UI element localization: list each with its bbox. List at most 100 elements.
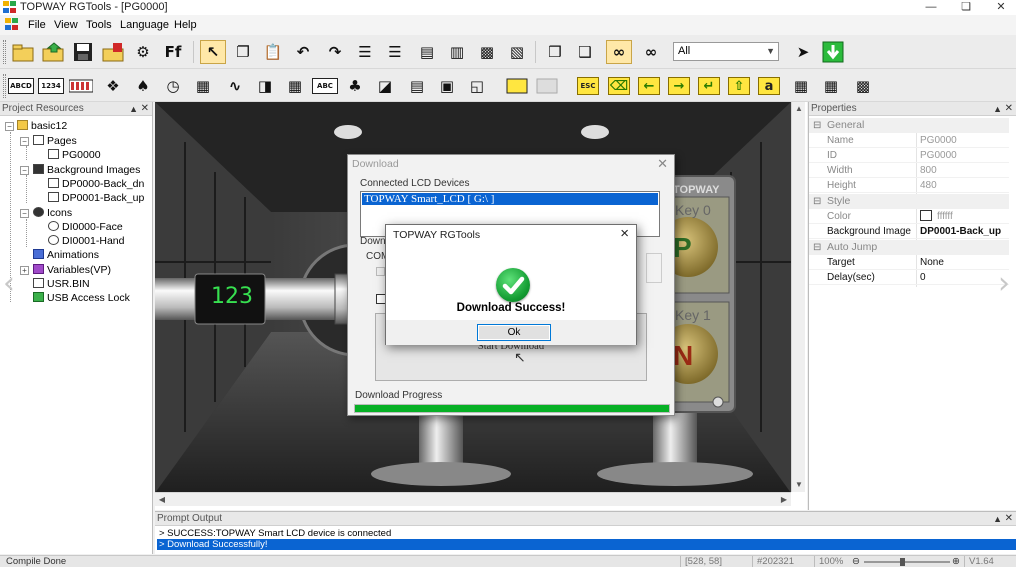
toolbar-grip[interactable]: [3, 40, 6, 64]
disabled-touch-icon[interactable]: [534, 74, 560, 98]
string-widget-icon[interactable]: ABC: [312, 78, 338, 94]
open-project-icon[interactable]: [40, 40, 66, 64]
app-menu-icon[interactable]: [5, 18, 19, 31]
time-widget-icon[interactable]: ▣: [434, 74, 460, 98]
collapse-icon[interactable]: ⊟: [813, 118, 821, 133]
tree-expander[interactable]: +: [20, 266, 29, 275]
slider-widget-icon[interactable]: ▦: [190, 74, 216, 98]
select-pointer-icon[interactable]: ↖: [200, 40, 226, 64]
close-icon[interactable]: ×: [620, 225, 629, 242]
tree-item-usb-lock[interactable]: USB Access Lock: [33, 291, 130, 305]
zoom-in-icon[interactable]: ⊕: [952, 556, 960, 567]
prop-row-delay[interactable]: Delay(sec) 0: [809, 270, 1009, 285]
tree-item-icons[interactable]: Icons: [33, 206, 72, 220]
scale-widget-icon[interactable]: ◨: [252, 74, 278, 98]
tree-item-page[interactable]: PG0000: [48, 148, 101, 162]
tree-item-animations[interactable]: Animations: [33, 248, 99, 262]
scroll-left-icon[interactable]: ◀: [155, 493, 169, 507]
scroll-up-icon[interactable]: ▲: [792, 102, 806, 116]
key1-button[interactable]: N: [673, 340, 693, 372]
key0-button[interactable]: P: [673, 232, 692, 264]
align-left-icon[interactable]: ☰: [352, 40, 378, 64]
text-widget-icon[interactable]: ABCD: [8, 78, 34, 94]
prop-row-target[interactable]: Target None: [809, 255, 1009, 270]
tree-item-usr-bin[interactable]: USR.BIN: [33, 277, 90, 291]
bar-widget-icon[interactable]: [68, 74, 94, 98]
device-list-item[interactable]: TOPWAY Smart_LCD [ G:\ ]: [362, 193, 658, 205]
layer-filter-select[interactable]: All ▼: [673, 42, 779, 61]
new-project-icon[interactable]: [10, 40, 36, 64]
tree-item-background-images[interactable]: Background Images: [33, 163, 140, 177]
icon-widget-icon[interactable]: ❖: [100, 74, 126, 98]
menu-file[interactable]: File: [28, 19, 46, 31]
matrix-widget-icon[interactable]: ◪: [372, 74, 398, 98]
close-window-button[interactable]: ✕: [984, 0, 1016, 15]
align-top-icon[interactable]: ▤: [414, 40, 440, 64]
keypad-grid-icon[interactable]: ▦: [788, 74, 814, 98]
enter-key-icon[interactable]: ↵: [698, 77, 720, 95]
gauge-widget-icon[interactable]: ◷: [160, 74, 186, 98]
resize-widget-icon[interactable]: ◱: [464, 74, 490, 98]
tree-item-image[interactable]: DP0000-Back_dn: [48, 177, 144, 191]
chevron-left-icon[interactable]: ‹: [3, 266, 15, 301]
zoom-out-icon[interactable]: ⊖: [852, 556, 860, 567]
icon-selector-widget-icon[interactable]: ♣: [342, 74, 368, 98]
pin-icon[interactable]: ▲: [129, 102, 138, 116]
touch-area-icon[interactable]: [504, 74, 530, 98]
log-line-selected[interactable]: > Download Successfully!: [157, 539, 1016, 550]
prop-group-auto-jump[interactable]: ⊟ Auto Jump: [809, 240, 1009, 255]
pin-icon[interactable]: ▲: [993, 512, 1002, 526]
keyboard-icon[interactable]: ▩: [850, 74, 876, 98]
tree-item-image[interactable]: DP0001-Back_up: [48, 191, 144, 205]
com-checkbox[interactable]: [376, 267, 385, 276]
vertical-scrollbar[interactable]: ▲ ▼: [791, 102, 805, 492]
backspace-key-icon[interactable]: ⌫: [608, 77, 630, 95]
number-widget-icon[interactable]: 1234: [38, 78, 64, 94]
keypad-grid2-icon[interactable]: ▦: [818, 74, 844, 98]
align-right-icon[interactable]: ☰: [382, 40, 408, 64]
tree-item-project[interactable]: basic12: [17, 119, 67, 133]
tree-expander[interactable]: −: [20, 137, 29, 146]
prop-row-height[interactable]: Height 480: [809, 178, 1009, 193]
tree-expander[interactable]: −: [5, 122, 14, 131]
esc-key-icon[interactable]: ESC: [577, 77, 599, 95]
collapse-icon[interactable]: ⊟: [813, 240, 821, 255]
send-back-icon[interactable]: ❑: [572, 40, 598, 64]
download-icon[interactable]: [820, 40, 846, 64]
pin-icon[interactable]: ▲: [993, 102, 1002, 116]
build-icon[interactable]: ➤: [790, 40, 816, 64]
ok-button[interactable]: Ok: [477, 324, 551, 341]
date-widget-icon[interactable]: ▤: [404, 74, 430, 98]
close-icon[interactable]: ✕: [1005, 102, 1013, 116]
copy-icon[interactable]: ❐: [230, 40, 256, 64]
log-line[interactable]: > SUCCESS:TOPWAY Smart LCD device is con…: [157, 528, 1016, 539]
restore-button[interactable]: ❏: [949, 0, 983, 15]
prop-row-background-image[interactable]: Background Image DP0001-Back_up: [809, 224, 1009, 239]
horizontal-scrollbar[interactable]: ◀ ▶: [155, 492, 791, 506]
settings-icon[interactable]: ⚙: [130, 40, 156, 64]
collapse-icon[interactable]: ⊟: [813, 194, 821, 209]
undo-icon[interactable]: ↶: [290, 40, 316, 64]
close-icon[interactable]: ✕: [141, 102, 149, 116]
scroll-right-icon[interactable]: ▶: [777, 493, 791, 507]
color-swatch[interactable]: [920, 210, 932, 221]
menu-help[interactable]: Help: [174, 19, 197, 31]
right-arrow-key-icon[interactable]: →: [668, 77, 690, 95]
prop-row-width[interactable]: Width 800: [809, 163, 1009, 178]
tree-item-icon[interactable]: DI0001-Hand: [48, 234, 124, 248]
align-bottom-icon[interactable]: ▥: [444, 40, 470, 64]
menu-view[interactable]: View: [54, 19, 78, 31]
home-key-icon[interactable]: ⇧: [728, 77, 750, 95]
menu-language[interactable]: Language: [120, 19, 169, 31]
distribute-horizontal-icon[interactable]: ▩: [474, 40, 500, 64]
numeric-display-widget[interactable]: 123: [205, 279, 259, 315]
anim-widget-icon[interactable]: ♠: [130, 74, 156, 98]
tree-expander[interactable]: −: [20, 166, 29, 175]
toolbar-grip[interactable]: [3, 74, 6, 98]
left-arrow-key-icon[interactable]: ←: [638, 77, 660, 95]
prop-row-name[interactable]: Name PG0000: [809, 133, 1009, 148]
preview-glasses-icon[interactable]: ∞: [606, 40, 632, 64]
menu-tools[interactable]: Tools: [86, 19, 112, 31]
char-key-icon[interactable]: a: [758, 77, 780, 95]
save-icon[interactable]: [70, 40, 96, 64]
